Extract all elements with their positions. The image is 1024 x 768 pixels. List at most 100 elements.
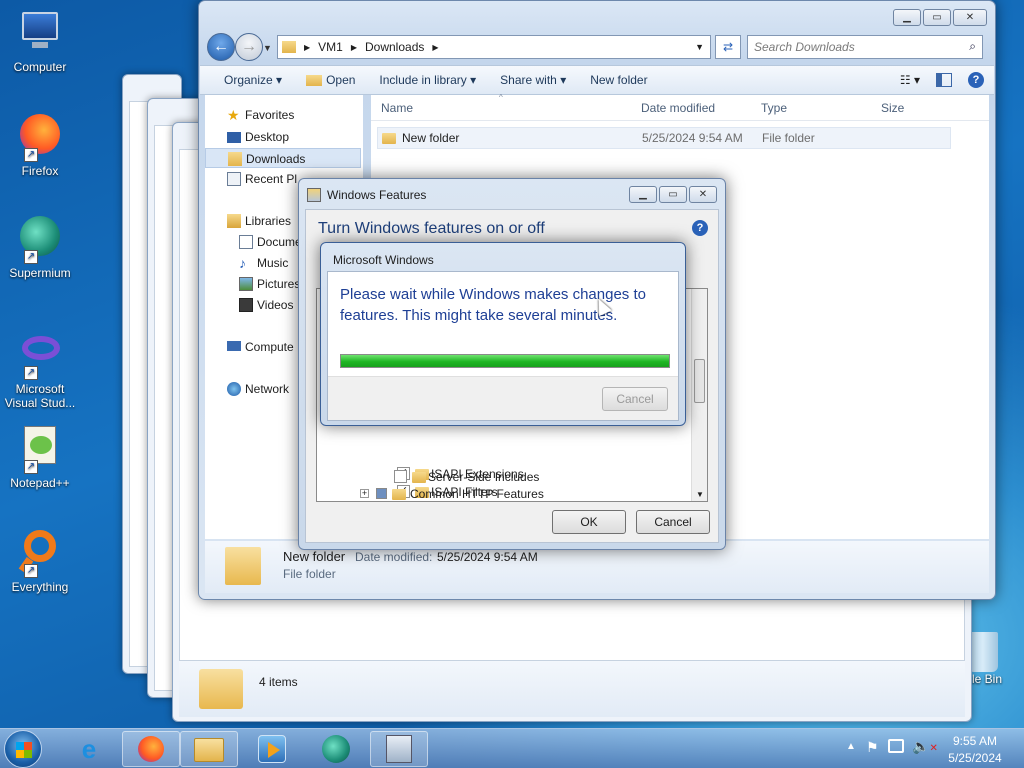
desktop-icon-supermium[interactable]: ↗ Supermium	[4, 214, 76, 280]
recent-pages-dropdown-icon[interactable]: ▼	[263, 43, 272, 53]
progress-dialog[interactable]: Microsoft Windows Please wait while Wind…	[320, 242, 686, 426]
dialog-title: Windows Features	[327, 188, 427, 202]
progress-bar-fill	[341, 355, 669, 367]
desktop-icon-label: Computer	[13, 60, 67, 74]
clock-time[interactable]: 9:55 AM	[940, 734, 1010, 748]
windows-features-icon	[307, 188, 321, 202]
item-count-status: 4 items	[259, 675, 298, 689]
taskbar-firefox[interactable]	[122, 731, 180, 767]
list-item[interactable]: + Common HTTP Features	[360, 486, 580, 500]
close-button[interactable]: ✕	[689, 186, 717, 203]
share-with-menu[interactable]: Share with ▾	[488, 73, 578, 87]
feature-label: Server-Side Includes	[428, 470, 540, 484]
feature-label: Common HTTP Features	[410, 487, 544, 500]
desktop-icon-everything[interactable]: ↗ Everything	[4, 528, 76, 594]
checkbox[interactable]	[376, 488, 387, 499]
breadcrumb-vm1[interactable]: VM1	[318, 40, 343, 54]
view-options-icon[interactable]: ☷ ▾	[900, 73, 920, 87]
new-folder-button[interactable]: New folder	[578, 73, 659, 87]
row-type: File folder	[762, 131, 815, 145]
desktop-icon-label: Everything	[11, 580, 69, 594]
taskbar-explorer[interactable]	[180, 731, 238, 767]
progress-cancel-button[interactable]: Cancel	[602, 387, 668, 411]
scroll-down-icon[interactable]: ▼	[696, 490, 704, 499]
forward-button[interactable]: →	[235, 33, 263, 61]
table-row[interactable]: New folder 5/25/2024 9:54 AM File folder	[377, 127, 951, 149]
desktop-icon-recycle-bin[interactable]: cle Bin	[966, 632, 1024, 686]
windows-features-icon	[386, 735, 412, 763]
nav-desktop[interactable]: Desktop	[205, 127, 363, 147]
search-icon: ⌕	[969, 39, 976, 53]
folder-icon	[194, 738, 224, 762]
desktop-icon-firefox[interactable]: ↗ Firefox	[4, 112, 76, 178]
list-item[interactable]: Server-Side Includes	[394, 468, 614, 486]
maximize-button[interactable]: ▭	[923, 9, 951, 26]
clock-date[interactable]: 5/25/2024	[940, 751, 1010, 765]
details-date-value: 5/25/2024 9:54 AM	[437, 550, 538, 564]
address-dropdown-icon[interactable]: ▼	[695, 42, 704, 52]
minimize-button[interactable]: ▁	[629, 186, 657, 203]
tree-scrollbar[interactable]: ▼	[691, 289, 707, 501]
music-icon: ♪	[239, 255, 246, 271]
search-input[interactable]: Search Downloads ⌕	[747, 35, 983, 59]
nav-favorites[interactable]: ★ Favorites	[205, 105, 363, 125]
folder-icon	[282, 41, 296, 53]
everything-icon: ↗	[16, 528, 64, 578]
folder-icon	[412, 472, 426, 483]
navigation-bar: ← → ▼ ▶ VM1 ▶ Downloads ▶ ▼ ⇄ Search Dow…	[205, 31, 989, 61]
taskbar-internet-explorer[interactable]: e	[72, 733, 106, 765]
command-toolbar: Organize ▾ Open Include in library ▾ Sha…	[200, 65, 994, 95]
column-header-date-modified[interactable]: Date modified	[641, 101, 715, 115]
network-icon[interactable]	[888, 739, 904, 753]
refresh-button[interactable]: ⇄	[715, 35, 741, 59]
supermium-icon: ↗	[16, 214, 64, 264]
firefox-icon	[138, 736, 164, 762]
scrollbar-thumb[interactable]	[694, 359, 705, 403]
column-header-type[interactable]: Type	[761, 101, 787, 115]
open-button[interactable]: Open	[294, 73, 367, 87]
folder-icon	[306, 75, 323, 87]
folder-icon	[225, 547, 261, 585]
ok-button[interactable]: OK	[552, 510, 626, 534]
details-type: File folder	[283, 567, 336, 581]
organize-menu[interactable]: Organize ▾	[200, 73, 294, 87]
taskbar-windows-features[interactable]	[370, 731, 428, 767]
maximize-button[interactable]: ▭	[659, 186, 687, 203]
start-button[interactable]	[4, 730, 42, 768]
address-bar[interactable]: ▶ VM1 ▶ Downloads ▶ ▼	[277, 35, 711, 59]
videos-icon	[239, 298, 253, 312]
cancel-button[interactable]: Cancel	[636, 510, 710, 534]
network-icon	[227, 382, 241, 396]
details-name: New folder	[283, 549, 346, 564]
features-heading: Turn Windows features on or off	[318, 220, 545, 237]
breadcrumb-downloads[interactable]: Downloads	[365, 40, 424, 54]
expand-icon[interactable]: +	[360, 489, 369, 498]
minimize-button[interactable]: ▁	[893, 9, 921, 26]
help-icon[interactable]: ?	[968, 72, 984, 88]
supermium-icon	[322, 735, 350, 763]
progress-message: Please wait while Windows makes changes …	[340, 286, 646, 324]
folder-icon	[382, 133, 396, 144]
action-center-icon[interactable]: ⚑	[866, 739, 879, 756]
checkbox[interactable]	[394, 470, 407, 483]
computer-icon	[227, 341, 241, 351]
close-button[interactable]: ✕	[953, 9, 987, 26]
nav-downloads[interactable]: Downloads	[205, 148, 361, 168]
column-header-name[interactable]: Name	[381, 101, 413, 115]
preview-pane-icon[interactable]	[936, 73, 952, 87]
desktop-icon-visual-studio[interactable]: ↗ Microsoft Visual Stud...	[4, 330, 76, 410]
taskbar: e ▲ ⚑ 🔈✕ 9:55 AM 5/25/2024	[0, 728, 1024, 768]
desktop-icon-notepadpp[interactable]: ↗ Notepad++	[4, 424, 76, 490]
back-button[interactable]: ←	[207, 33, 235, 61]
progress-dialog-title: Microsoft Windows	[333, 253, 434, 267]
taskbar-supermium[interactable]	[322, 735, 352, 763]
help-icon[interactable]: ?	[692, 220, 708, 236]
background-details-pane: 4 items	[179, 661, 965, 717]
desktop-icon-computer[interactable]: Computer	[4, 8, 76, 74]
column-header-size[interactable]: Size	[881, 101, 904, 115]
taskbar-media-player[interactable]	[258, 735, 286, 763]
volume-muted-icon[interactable]: 🔈✕	[912, 738, 938, 755]
recycle-bin-icon	[968, 632, 998, 672]
include-in-library-menu[interactable]: Include in library ▾	[367, 73, 488, 87]
show-hidden-icons[interactable]: ▲	[846, 741, 856, 752]
